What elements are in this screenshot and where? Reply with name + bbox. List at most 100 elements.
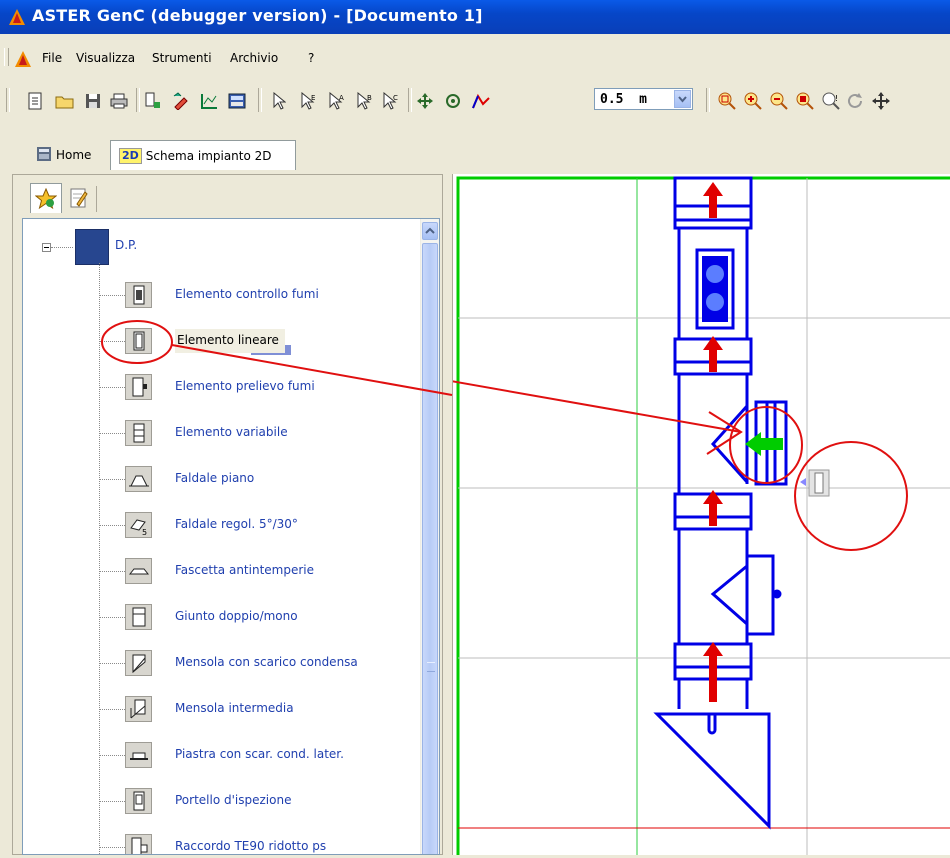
tree-connector	[99, 387, 125, 388]
chart-icon[interactable]	[198, 90, 220, 112]
scale-select[interactable]: 0.5 m	[594, 88, 693, 110]
tee-fitting-icon[interactable]	[125, 834, 152, 854]
menu-visualizza[interactable]: Visualizza	[76, 51, 135, 65]
smoke-control-icon[interactable]	[125, 282, 152, 308]
title-bar: ASTER GenC (debugger version) - [Documen…	[0, 0, 950, 34]
zoom-out-icon[interactable]	[768, 90, 790, 112]
scroll-grip	[427, 662, 435, 672]
tree-item-label[interactable]: Elemento lineare	[175, 329, 285, 353]
chevron-down-icon[interactable]	[674, 90, 691, 108]
inspection-door-icon[interactable]	[125, 788, 152, 814]
flat-flashing-icon[interactable]	[125, 466, 152, 492]
scroll-thumb[interactable]	[422, 243, 438, 854]
pan-icon[interactable]	[870, 90, 892, 112]
annotation-arrow	[182, 333, 742, 433]
tree-item-label[interactable]: Elemento controllo fumi	[175, 287, 319, 301]
move-icon[interactable]	[414, 90, 436, 112]
tree-item-label[interactable]: Mensola con scarico condensa	[175, 655, 358, 669]
schema-drawing	[182, 176, 950, 858]
home-icon	[36, 146, 52, 165]
pointer-icon[interactable]	[268, 90, 290, 112]
tree-connector	[99, 525, 125, 526]
tab-schema-2d[interactable]: 2D Schema impianto 2D	[110, 140, 296, 170]
menu-strumenti[interactable]: Strumenti	[152, 51, 212, 65]
notes-icon[interactable]	[62, 183, 94, 213]
tree-item-label[interactable]: Faldale regol. 5°/30°	[175, 517, 298, 531]
collapse-icon[interactable]	[42, 243, 51, 252]
edit-element-icon[interactable]	[170, 90, 192, 112]
smoke-sampling-icon[interactable]	[125, 374, 152, 400]
toolbar: E A B C !	[0, 74, 950, 129]
menu-file[interactable]: File	[42, 51, 62, 65]
new-file-icon[interactable]	[24, 90, 46, 112]
aster-menu-icon[interactable]	[14, 50, 32, 71]
toolbar-separator	[706, 88, 710, 112]
svg-text:B: B	[367, 94, 372, 102]
tree-item-label[interactable]: Giunto doppio/mono	[175, 609, 298, 623]
tab-home-label: Home	[56, 148, 92, 162]
tree-item-label[interactable]: Faldale piano	[175, 471, 254, 485]
window-title: ASTER GenC (debugger version) - [Documen…	[32, 6, 483, 25]
tree-scrollbar[interactable]	[420, 219, 439, 854]
polyline-icon[interactable]	[470, 90, 492, 112]
zoom-in-icon[interactable]	[742, 90, 764, 112]
zoom-window-icon[interactable]	[716, 90, 738, 112]
tree-connector	[99, 663, 125, 664]
svg-text:A: A	[339, 94, 344, 102]
menu-archivio[interactable]: Archivio	[230, 51, 278, 65]
menu-help[interactable]: ?	[308, 51, 314, 65]
svg-text:C: C	[393, 94, 398, 102]
select-c-icon[interactable]: C	[380, 90, 402, 112]
zoom-extents-icon[interactable]	[794, 90, 816, 112]
refresh-icon[interactable]	[844, 90, 866, 112]
drag-ghost-icon	[800, 469, 830, 497]
bracket-drain-icon[interactable]	[125, 650, 152, 676]
tree-connector	[99, 341, 125, 342]
linear-element-icon[interactable]	[125, 328, 152, 354]
zoom-query-icon[interactable]: !	[820, 90, 842, 112]
rotate-icon[interactable]	[442, 90, 464, 112]
plate-drain-icon[interactable]	[125, 742, 152, 768]
tree-item-label[interactable]: Portello d'ispezione	[175, 793, 291, 807]
tree-connector	[99, 755, 125, 756]
tree-connector	[99, 801, 125, 802]
tree-connector	[99, 479, 125, 480]
tree-item-label[interactable]: Raccordo TE90 ridotto ps	[175, 839, 326, 853]
select-icon[interactable]: E	[298, 90, 320, 112]
variable-element-icon[interactable]	[125, 420, 152, 446]
tree-item-label[interactable]: Mensola intermedia	[175, 701, 294, 715]
tree-connector	[99, 295, 125, 296]
smoke-control-element	[695, 248, 735, 330]
tee-junction-lower	[710, 554, 782, 636]
tree-root-label[interactable]: D.P.	[115, 238, 137, 252]
component-tree[interactable]: D.P. Elemento controllo fumi Elemento lin…	[22, 218, 440, 855]
schema-canvas[interactable]	[182, 174, 950, 858]
double-joint-icon[interactable]	[125, 604, 152, 630]
tree-item-label[interactable]: Piastra con scar. cond. later.	[175, 747, 344, 761]
scale-value: 0.5 m	[600, 92, 647, 107]
adjustable-flashing-icon[interactable]: 5	[125, 512, 152, 538]
select-b-icon[interactable]: B	[354, 90, 376, 112]
tree-connector	[99, 709, 125, 710]
panel-tab-divider	[96, 186, 97, 212]
2d-icon: 2D	[119, 147, 142, 164]
print-icon[interactable]	[108, 90, 130, 112]
tree-item-label[interactable]: Elemento prelievo fumi	[175, 379, 315, 393]
calculator-icon[interactable]	[226, 90, 248, 112]
tree-connector	[99, 263, 100, 854]
scroll-up-button[interactable]	[422, 222, 438, 240]
storm-collar-icon[interactable]	[125, 558, 152, 584]
favorites-star-icon[interactable]	[30, 183, 62, 213]
add-element-icon[interactable]	[142, 90, 164, 112]
save-icon[interactable]	[82, 90, 104, 112]
open-folder-icon[interactable]	[54, 90, 76, 112]
svg-text:5: 5	[142, 528, 147, 536]
tab-home[interactable]: Home	[36, 142, 106, 168]
intermediate-bracket-icon[interactable]	[125, 696, 152, 722]
tree-connector	[99, 847, 125, 848]
tree-item-label[interactable]: Fascetta antintemperie	[175, 563, 314, 577]
select-a-icon[interactable]: A	[326, 90, 348, 112]
tree-connector	[51, 247, 73, 248]
tree-item-label[interactable]: Elemento variabile	[175, 425, 288, 439]
menu-bar: File Visualizza Strumenti Archivio ?	[0, 34, 950, 74]
